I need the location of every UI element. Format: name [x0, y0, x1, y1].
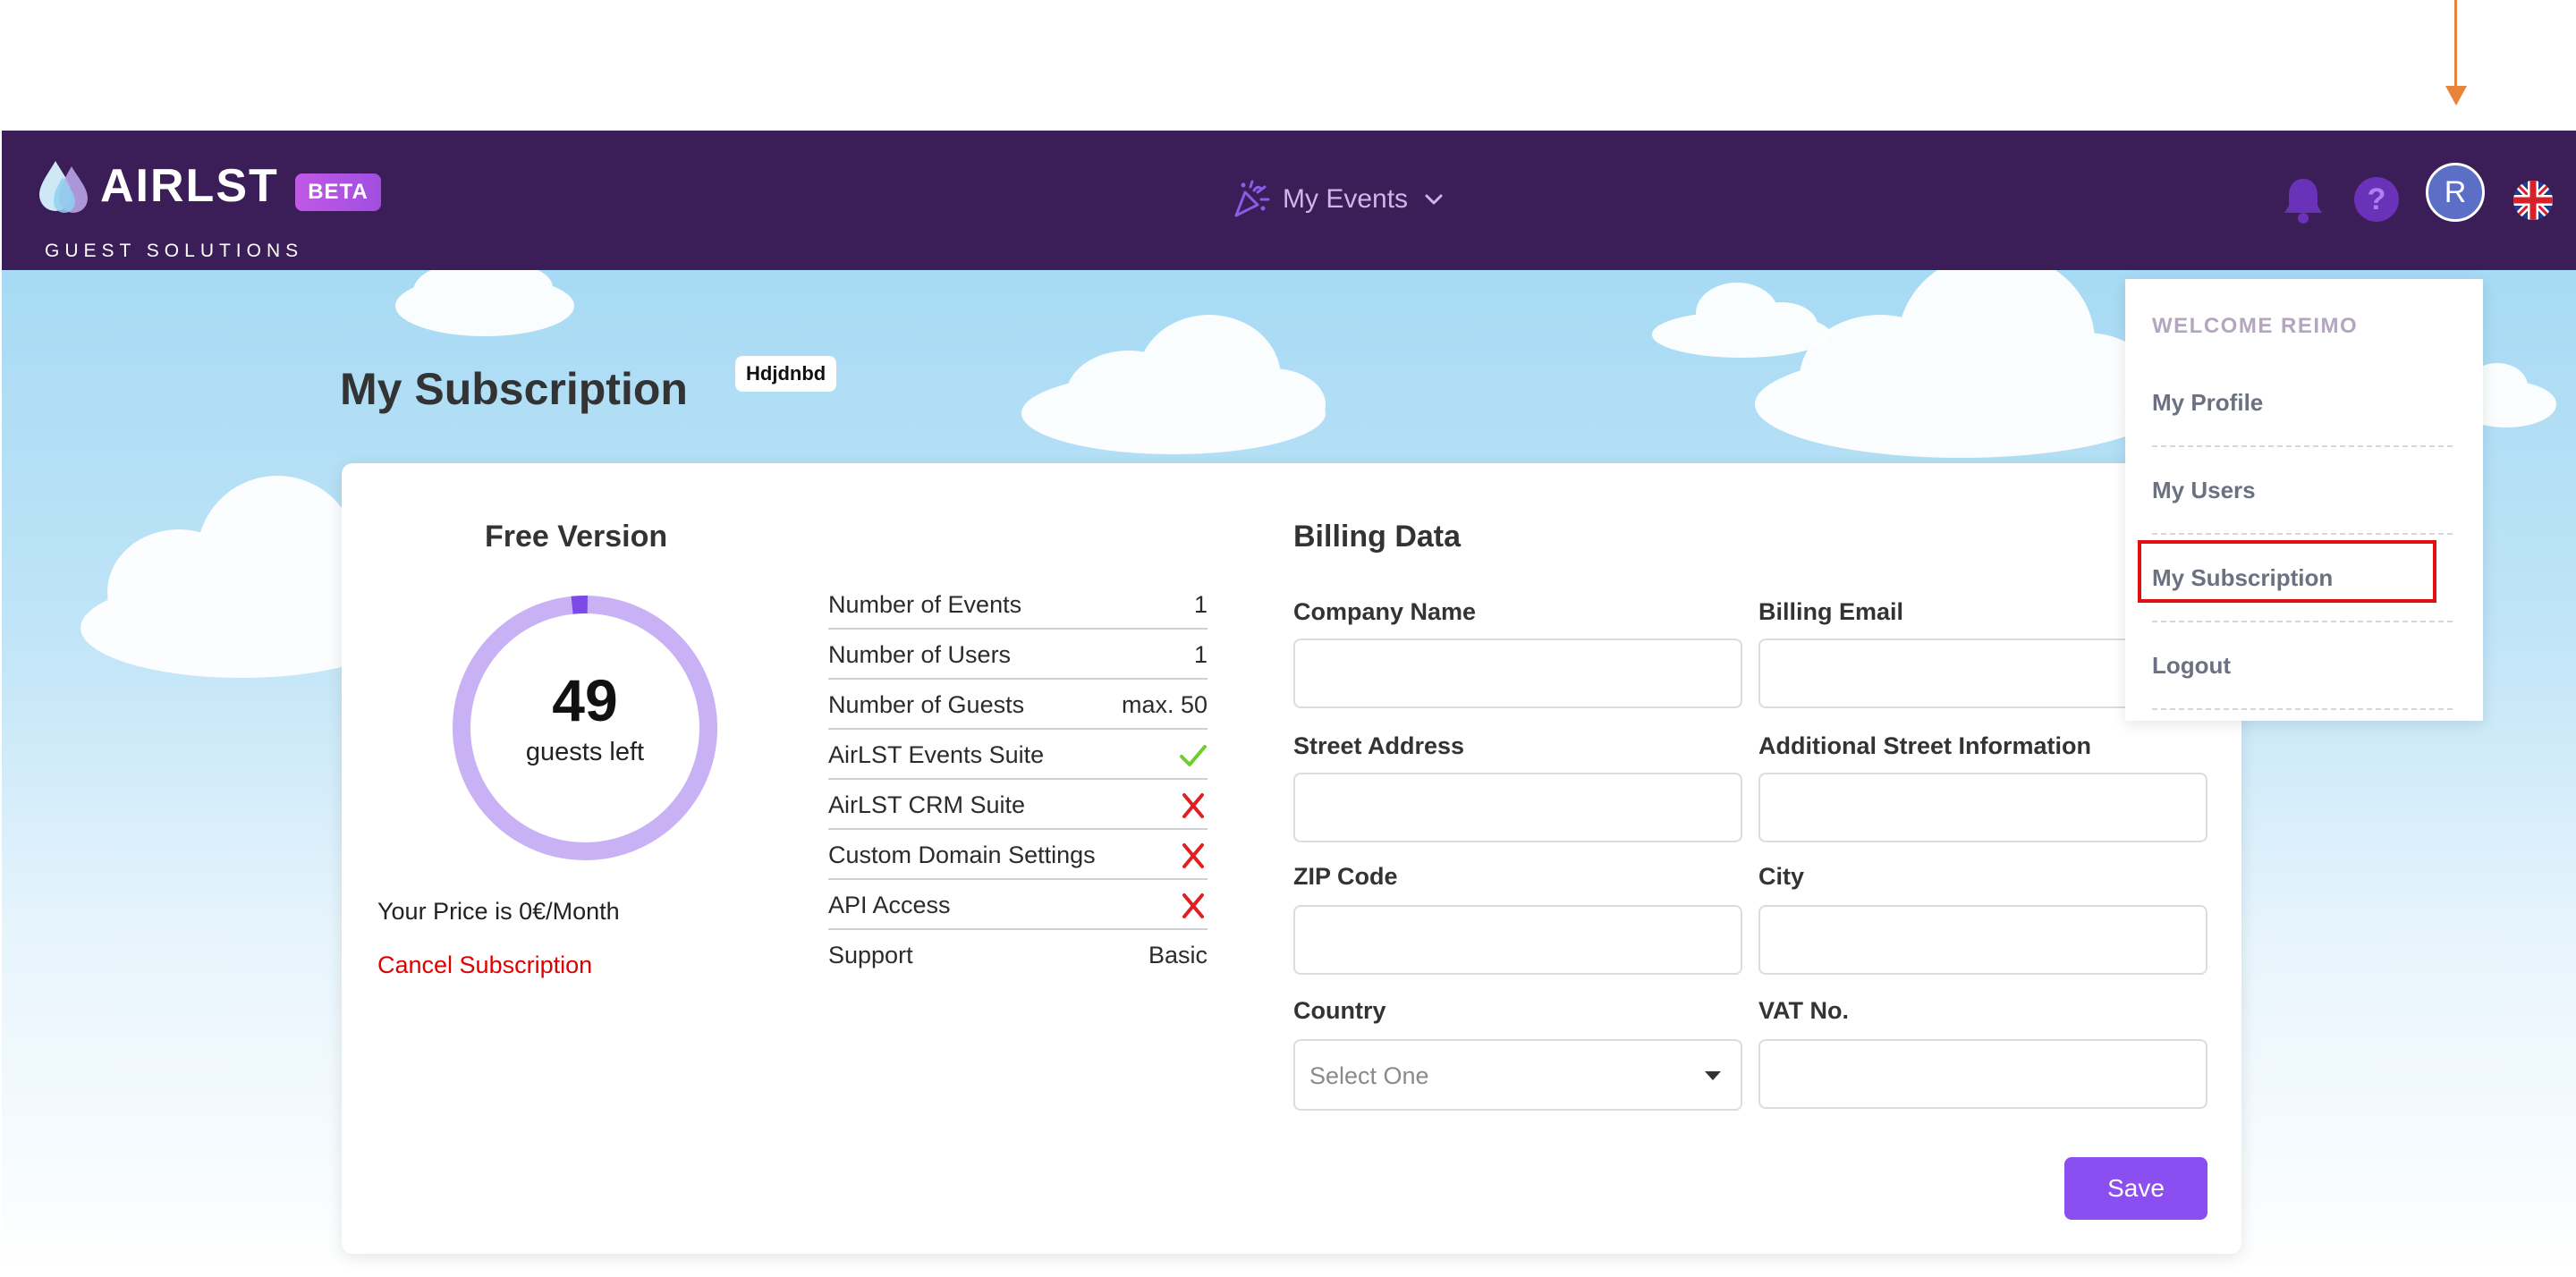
airlst-logo[interactable]: AIRLST GUEST SOLUTIONS	[38, 157, 298, 261]
menu-item-label: Logout	[2152, 652, 2232, 679]
feature-name: API Access	[828, 892, 951, 918]
city-label: City	[1758, 863, 1805, 890]
feature-name: Number of Events	[828, 591, 1022, 618]
cross-icon	[1182, 843, 1204, 868]
cancel-subscription-link[interactable]: Cancel Subscription	[377, 950, 592, 980]
feature-value: 1	[1193, 591, 1208, 618]
guests-left-label: guests left	[525, 738, 645, 766]
feature-row: API Access	[828, 880, 1208, 930]
country-selected-value: Select One	[1309, 1062, 1429, 1089]
feature-value: max. 50	[1121, 691, 1208, 718]
company-name-field[interactable]	[1293, 638, 1742, 708]
feature-name: Support	[828, 942, 913, 968]
chevron-down-icon	[1425, 194, 1443, 205]
annotation-arrow-head	[2445, 86, 2467, 106]
billing-title: Billing Data	[1293, 520, 1462, 554]
user-dropdown-menu: WELCOME REIMO My Profile My Users My Sub…	[2125, 279, 2483, 721]
cloud-decoration	[395, 270, 574, 336]
company-name-label: Company Name	[1293, 598, 1477, 625]
feature-row: AirLST Events Suite	[828, 730, 1208, 780]
feature-name: AirLST Events Suite	[828, 741, 1045, 768]
page-title: My Subscription	[340, 364, 688, 414]
beta-badge: BETA	[295, 173, 381, 211]
logo-subtitle: GUEST SOLUTIONS	[45, 241, 304, 261]
menu-welcome-text: WELCOME REIMO	[2152, 314, 2359, 338]
country-label: Country	[1293, 997, 1386, 1024]
feature-row: Support Basic	[828, 930, 1208, 980]
feature-row: Number of Users 1	[828, 630, 1208, 680]
feature-name: Number of Guests	[828, 691, 1025, 718]
price-text: Your Price is 0€/Month	[377, 898, 620, 925]
cloud-decoration	[1755, 270, 2166, 458]
menu-item-my-users[interactable]: My Users	[2152, 447, 2453, 535]
feature-value: 1	[1193, 641, 1208, 668]
additional-street-field[interactable]	[1758, 773, 2207, 842]
feature-list: Number of Events 1 Number of Users 1 Num…	[828, 579, 1208, 980]
logo-drops-icon	[39, 161, 88, 213]
feature-row: AirLST CRM Suite	[828, 780, 1208, 830]
check-icon	[1180, 745, 1207, 766]
my-events-label: My Events	[1283, 184, 1409, 214]
feature-name: Number of Users	[828, 641, 1012, 668]
logo-text: AIRLST	[100, 160, 279, 212]
billing-email-label: Billing Email	[1758, 598, 1904, 625]
feature-name: Custom Domain Settings	[828, 841, 1096, 868]
uk-flag-icon[interactable]	[2513, 181, 2553, 220]
highlight-box	[2138, 540, 2436, 603]
caret-down-icon	[1705, 1071, 1721, 1080]
street-address-label: Street Address	[1293, 732, 1465, 759]
menu-item-my-profile[interactable]: My Profile	[2152, 359, 2453, 447]
feature-row: Custom Domain Settings	[828, 830, 1208, 880]
city-field[interactable]	[1758, 905, 2207, 975]
subscription-card: Free Version 49 guests left Your Price i…	[342, 463, 2241, 1254]
menu-item-label: My Users	[2152, 477, 2256, 503]
user-avatar[interactable]: R	[2426, 163, 2485, 222]
country-select[interactable]: Select One	[1293, 1039, 1742, 1111]
plan-title: Free Version	[485, 520, 668, 554]
zip-code-label: ZIP Code	[1293, 863, 1398, 890]
menu-item-logout[interactable]: Logout	[2152, 622, 2453, 710]
feature-name: AirLST CRM Suite	[828, 791, 1026, 818]
feature-value: Basic	[1148, 942, 1208, 968]
guests-left-value: 49	[552, 667, 618, 733]
help-icon[interactable]: ?	[2354, 177, 2399, 222]
cloud-decoration	[1021, 315, 1326, 454]
top-navbar: AIRLST GUEST SOLUTIONS BETA My Events ? …	[2, 131, 2576, 270]
cross-icon	[1182, 893, 1204, 918]
confetti-icon	[1234, 180, 1270, 217]
vat-label: VAT No.	[1758, 997, 1849, 1024]
menu-item-label: My Profile	[2152, 389, 2264, 416]
feature-row: Number of Events 1	[828, 579, 1208, 630]
my-events-dropdown[interactable]: My Events	[1231, 177, 1445, 222]
organization-badge: Hdjdnbd	[735, 356, 837, 392]
bell-icon[interactable]	[2281, 175, 2326, 225]
street-address-field[interactable]	[1293, 773, 1742, 842]
zip-code-field[interactable]	[1293, 905, 1742, 975]
save-button[interactable]: Save	[2064, 1157, 2207, 1220]
annotation-arrow-line	[2454, 0, 2457, 86]
feature-row: Number of Guests max. 50	[828, 680, 1208, 730]
additional-street-label: Additional Street Information	[1758, 732, 2092, 759]
vat-field[interactable]	[1758, 1039, 2207, 1109]
cross-icon	[1182, 793, 1204, 818]
